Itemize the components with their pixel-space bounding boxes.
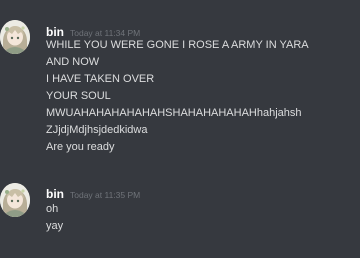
message-header: bin Today at 11:35 PM <box>46 185 140 201</box>
message-line: YOUR SOUL <box>46 90 111 102</box>
message-group: bin Today at 11:35 PM oh yay <box>0 178 360 248</box>
message-content: WHILE YOU WERE GONE I ROSE A ARMY IN YAR… <box>46 37 356 156</box>
timestamp[interactable]: Today at 11:35 PM <box>70 190 140 200</box>
message-line: AND NOW <box>46 56 100 68</box>
message-group: bin Today at 11:34 PM WHILE YOU WERE GONE… <box>0 14 360 164</box>
message-line: Are you ready <box>46 141 115 153</box>
message-line: MWUAHAHAHAHAHAHSHAHAHAHAHAHhahjahsh <box>46 107 302 119</box>
message-header: bin Today at 11:34 PM <box>46 23 140 39</box>
anime-character-avatar-icon <box>0 20 30 54</box>
message-line: yay <box>46 220 64 232</box>
message-line: ZJjdjMdjhsjdedkidwa <box>46 124 148 136</box>
message-content: oh yay <box>46 201 356 235</box>
message-line: WHILE YOU WERE GONE I ROSE A ARMY IN YAR… <box>46 39 309 51</box>
username[interactable]: bin <box>46 187 64 201</box>
avatar[interactable] <box>0 20 30 54</box>
message-line: oh <box>46 203 59 215</box>
message-line: I HAVE TAKEN OVER <box>46 73 155 85</box>
avatar[interactable] <box>0 183 30 217</box>
anime-character-avatar-icon <box>0 183 30 217</box>
